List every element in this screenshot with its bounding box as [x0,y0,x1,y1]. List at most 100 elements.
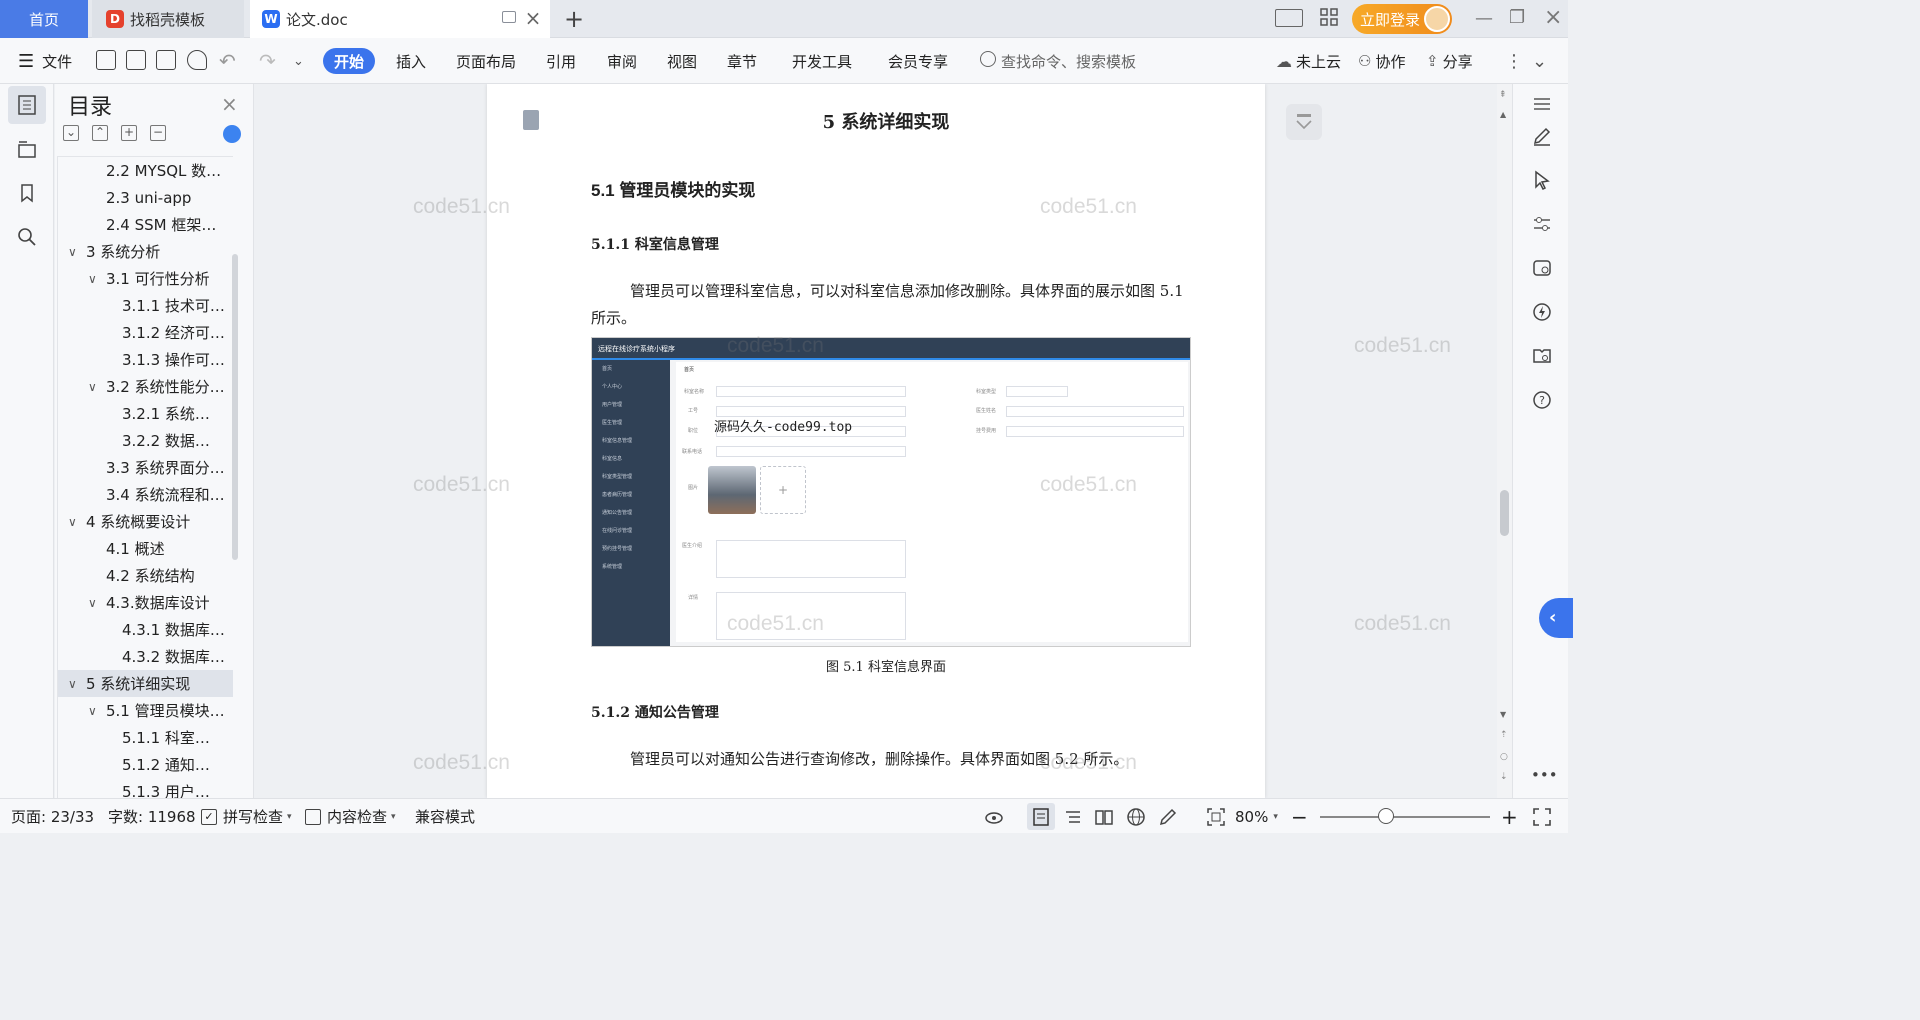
toc-item[interactable]: 5.1.3 用户… [58,778,233,798]
zoom-out-icon[interactable]: − [1291,799,1308,834]
pen-edit-icon[interactable] [1532,126,1552,146]
next-page-icon[interactable]: ⇣ [1500,772,1508,782]
zoom-slider-knob[interactable] [1378,808,1394,824]
toc-item[interactable]: ∨ 3 系统分析 [58,238,233,265]
smart-toc-toggle-icon[interactable] [223,125,241,143]
remove-heading-icon[interactable]: − [150,125,166,141]
toc-item[interactable]: 5.1.2 通知… [58,751,233,778]
page-view-icon[interactable] [1031,807,1051,827]
toc-scrollbar[interactable] [232,254,238,560]
bookmark-button[interactable] [8,174,46,212]
fullscreen-icon[interactable] [1532,807,1552,827]
login-button[interactable]: 立即登录 [1352,4,1452,34]
outline-view-icon[interactable] [1063,807,1083,827]
reading-search-icon[interactable] [1532,346,1552,366]
zoom-slider[interactable] [1320,816,1490,818]
tab-start[interactable]: 开始 [323,48,375,74]
chevron-down-icon[interactable]: ∨ [88,704,100,718]
print-preview-icon[interactable] [187,50,207,70]
toc-item[interactable]: 2.3 uni-app [58,184,233,211]
toc-item[interactable]: ∨ 5.1 管理员模块… [58,697,233,724]
zoom-level-select[interactable]: 80% ▾ [1235,799,1278,834]
cloud-status-button[interactable]: ☁ 未上云 [1276,38,1341,84]
tab-view[interactable]: 视图 [667,38,697,84]
save-icon[interactable] [96,50,116,70]
content-check-button[interactable]: 内容检查 ▾ [305,799,396,834]
tab-member[interactable]: 会员专享 [888,38,948,84]
reading-view-icon[interactable] [1094,807,1114,827]
toc-item[interactable]: ∨ 4 系统概要设计 [58,508,233,535]
page-indicator[interactable]: 页面: 23/33 [11,799,94,834]
chevron-down-icon[interactable]: ∨ [88,272,100,286]
collapse-panel-button[interactable] [1286,104,1322,140]
toc-item[interactable]: 3.1.2 经济可… [58,319,233,346]
tab-references[interactable]: 引用 [546,38,576,84]
scroll-up-icon[interactable]: ▲ [1500,110,1506,119]
toc-item[interactable]: 3.1.3 操作可… [58,346,233,373]
close-tab-icon[interactable]: × [524,8,542,28]
tab-home[interactable]: 首页 [0,0,88,38]
help-icon[interactable]: ? [1532,390,1552,410]
toc-item[interactable]: 4.1 概述 [58,535,233,562]
cursor-select-icon[interactable] [1532,170,1552,190]
image-tools-icon[interactable] [1532,258,1552,278]
spell-check-button[interactable]: ✓ 拼写检查 ▾ [201,799,292,834]
fit-page-icon[interactable] [1206,807,1226,827]
toc-item[interactable]: 4.3.2 数据库… [58,643,233,670]
close-icon[interactable]: × [221,92,238,116]
share-button[interactable]: ⇪ 分享 [1426,38,1473,84]
toc-item[interactable]: 4.3.1 数据库… [58,616,233,643]
toc-item[interactable]: ∨ 3.2 系统性能分… [58,373,233,400]
chevron-down-icon[interactable]: ⌄ [293,38,304,84]
collapse-all-icon[interactable]: ⌃ [92,125,108,141]
command-search-input[interactable]: 查找命令、搜索模板 [1001,38,1136,84]
scrollbar-thumb[interactable] [1500,490,1509,536]
web-view-icon[interactable] [1126,807,1146,827]
chevron-down-icon[interactable]: ∨ [88,596,100,610]
toc-item[interactable]: 2.2 MYSQL 数… [58,157,233,184]
chevron-down-icon[interactable]: ∨ [68,245,80,259]
toc-item[interactable]: ∨ 4.3.数据库设计 [58,589,233,616]
word-count[interactable]: 字数: 11968 [108,799,196,834]
close-window-icon[interactable]: × [1544,5,1562,30]
toc-item[interactable]: 2.4 SSM 框架… [58,211,233,238]
tab-developer[interactable]: 开发工具 [792,38,852,84]
undo-icon[interactable]: ↶ [219,38,236,84]
tab-page-layout[interactable]: 页面布局 [456,38,516,84]
zoom-in-icon[interactable]: + [1501,799,1518,834]
select-browse-icon[interactable]: ○ [1500,752,1508,762]
tab-template[interactable]: D 找稻壳模板 [92,0,244,38]
write-mode-icon[interactable] [1158,807,1178,827]
performance-icon[interactable] [1532,302,1552,322]
navigation-button[interactable] [8,130,46,168]
grid-apps-icon[interactable] [1320,8,1338,26]
toc-item[interactable]: 3.3 系统界面分… [58,454,233,481]
prev-page-icon[interactable]: ⇡ [1500,730,1508,740]
vertical-scrollbar[interactable]: ⇞ ▲ ▼ ⇡ ○ ⇣ [1497,84,1512,798]
tab-insert[interactable]: 插入 [396,38,426,84]
toc-item[interactable]: ∨ 5 系统详细实现 [58,670,233,697]
collapse-ribbon-icon[interactable]: ⌄ [1532,38,1547,84]
file-menu[interactable]: ☰ 文件 [18,38,72,84]
expand-all-icon[interactable]: ⌄ [63,125,79,141]
tab-document[interactable]: W 论文.doc × [250,0,550,38]
redo-icon[interactable]: ↷ [259,38,276,84]
adjust-sliders-icon[interactable] [1532,214,1552,234]
eye-protection-icon[interactable] [984,807,1004,827]
minimize-icon[interactable]: — [1475,8,1493,29]
reading-layout-icon[interactable] [1275,9,1303,27]
expand-sidebar-button[interactable]: ‹ [1539,598,1573,638]
scroll-top-icon[interactable]: ⇞ [1499,90,1507,100]
toc-item[interactable]: 3.2.2 数据… [58,427,233,454]
document-area[interactable]: 5 系统详细实现 5.1 管理员模块的实现 5.1.1 科室信息管理 管理员可以… [255,84,1497,798]
chevron-down-icon[interactable]: ∨ [88,380,100,394]
toc-item[interactable]: 3.2.1 系统… [58,400,233,427]
chevron-down-icon[interactable]: ∨ [68,515,80,529]
menu-icon[interactable] [1532,94,1552,114]
window-mode-icon[interactable] [502,11,516,23]
more-vertical-icon[interactable]: ⋮ [1505,38,1523,84]
toc-item[interactable]: 3.4 系统流程和… [58,481,233,508]
toc-panel-button[interactable] [8,86,46,124]
scroll-down-icon[interactable]: ▼ [1500,710,1506,719]
document-page[interactable]: 5 系统详细实现 5.1 管理员模块的实现 5.1.1 科室信息管理 管理员可以… [487,84,1265,798]
